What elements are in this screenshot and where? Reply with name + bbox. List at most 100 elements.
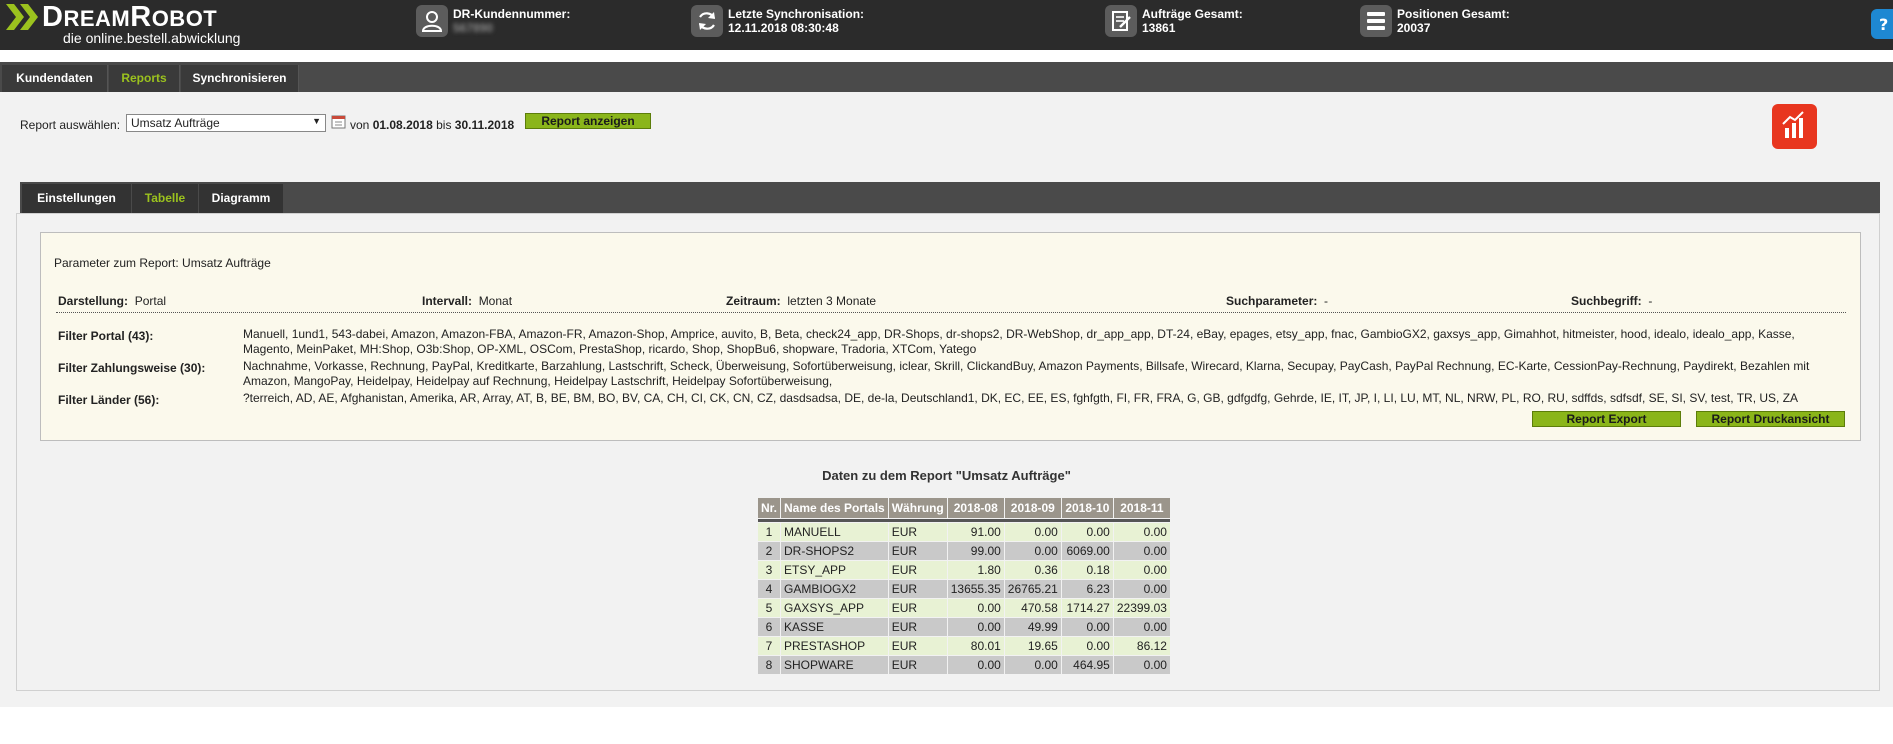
report-subtabs: Einstellungen Tabelle Diagramm [20,182,1880,213]
table-cell: 0.00 [947,618,1004,636]
table-cell: 5 [758,599,781,617]
table-cell: 26765.21 [1004,580,1061,598]
report-print-button[interactable]: Report Druckansicht [1696,411,1845,427]
filter-portal-value: Manuell, 1und1, 543-dabei, Amazon, Amazo… [243,327,1795,356]
table-cell: 0.36 [1004,561,1061,579]
table-cell: 1 [758,523,781,541]
table-cell: PRESTASHOP [781,637,888,655]
col-header[interactable]: 2018-11 [1113,498,1170,518]
table-cell: EUR [888,637,947,655]
nav-tab-reports[interactable]: Reports [109,65,180,92]
param-intervall: Intervall: Monat [422,294,513,308]
table-header-row: Nr. Name des Portals Währung 2018-08 201… [758,498,1170,518]
report-export-button[interactable]: Report Export [1532,411,1681,427]
table-cell: MANUELL [781,523,888,541]
table-cell: SHOPWARE [781,656,888,674]
table-cell: 0.00 [1113,618,1170,636]
orders-icon [1105,5,1137,37]
report-select-label: Report auswählen: [20,118,121,132]
subtab-tabelle[interactable]: Tabelle [132,184,198,213]
table-row: 6 KASSE EUR 0.00 49.99 0.00 0.00 [758,618,1170,636]
table-cell: 0.00 [1004,542,1061,560]
nav-tab-synchronisieren[interactable]: Synchronisieren [181,65,299,92]
top-header: DREAMROBOT die online.bestell.abwicklung… [0,0,1893,50]
table-cell: 19.65 [1004,637,1061,655]
date-range: von 01.08.2018 bis 30.11.2018 [350,118,515,132]
table-cell: 2 [758,542,781,560]
param-suchparameter: Suchparameter: - [1226,294,1329,308]
col-header[interactable]: Nr. [758,498,781,518]
bar-chart-icon [1782,111,1804,138]
col-header[interactable]: 2018-08 [947,498,1004,518]
table-cell: 6 [758,618,781,636]
help-button[interactable]: ? [1871,9,1893,39]
table-cell: 464.95 [1061,656,1113,674]
table-cell: EUR [888,523,947,541]
table-cell: GAXSYS_APP [781,599,888,617]
table-cell: 0.00 [1004,523,1061,541]
main-nav: Kundendaten Reports Synchronisieren [0,62,1893,92]
table-cell: 0.00 [1113,561,1170,579]
subtab-einstellungen[interactable]: Einstellungen [22,184,131,213]
table-cell: KASSE [781,618,888,636]
col-header[interactable]: Währung [888,498,947,518]
table-cell: 0.00 [947,599,1004,617]
filter-zahlungsweise-value: Nachnahme, Vorkasse, Rechnung, PayPal, K… [243,359,1810,388]
nav-tab-kundendaten[interactable]: Kundendaten [2,65,108,92]
divider [56,312,1846,313]
chart-report-button[interactable] [1772,104,1817,149]
col-header[interactable]: Name des Portals [781,498,888,518]
table-cell: EUR [888,656,947,674]
calendar-icon[interactable] [331,114,346,129]
table-cell: 91.00 [947,523,1004,541]
table-cell: 0.00 [1061,618,1113,636]
table-row: 7 PRESTASHOP EUR 80.01 19.65 0.00 86.12 [758,637,1170,655]
report-data-table: Nr. Name des Portals Währung 2018-08 201… [757,497,1171,675]
table-cell: 1714.27 [1061,599,1113,617]
table-row: 3 ETSY_APP EUR 1.80 0.36 0.18 0.00 [758,561,1170,579]
table-cell: 0.00 [1113,580,1170,598]
table-cell: 49.99 [1004,618,1061,636]
table-cell: ETSY_APP [781,561,888,579]
table-cell: DR-SHOPS2 [781,542,888,560]
user-icon [416,5,448,37]
table-cell: 3 [758,561,781,579]
report-select[interactable]: Umsatz Aufträge ▼ [126,114,326,132]
table-cell: 99.00 [947,542,1004,560]
table-cell: 0.18 [1061,561,1113,579]
table-title: Daten zu dem Report "Umsatz Aufträge" [822,468,1071,483]
help-icon: ? [1879,15,1888,34]
param-suchbegriff: Suchbegriff: - [1571,294,1653,308]
parameters-title: Parameter zum Report: Umsatz Aufträge [54,256,271,270]
filter-zahlungsweise-label: Filter Zahlungsweise (30): [58,361,206,375]
table-cell: 7 [758,637,781,655]
table-cell: EUR [888,618,947,636]
table-cell: 0.00 [1113,523,1170,541]
table-cell: EUR [888,580,947,598]
positions-icon [1360,5,1392,37]
report-parameters-box: Parameter zum Report: Umsatz Aufträge Da… [40,232,1861,441]
subtab-diagramm[interactable]: Diagramm [199,184,283,213]
logo-chevron-icon [6,4,38,30]
param-darstellung: Darstellung: Portal [58,294,167,308]
table-cell: 6.23 [1061,580,1113,598]
col-header[interactable]: 2018-10 [1061,498,1113,518]
filter-portal-label: Filter Portal (43): [58,329,154,343]
table-cell: 0.00 [1113,656,1170,674]
show-report-button[interactable]: Report anzeigen [525,113,651,129]
table-row: 2 DR-SHOPS2 EUR 99.00 0.00 6069.00 0.00 [758,542,1170,560]
filter-laender-value: ?terreich, AD, AE, Afghanistan, Amerika,… [243,391,1799,405]
table-cell: 0.00 [947,656,1004,674]
filter-laender-label: Filter Länder (56): [58,393,160,407]
col-header[interactable]: 2018-09 [1004,498,1061,518]
table-cell: 0.00 [1113,542,1170,560]
table-cell: 0.00 [1004,656,1061,674]
sync-icon[interactable] [691,5,723,37]
table-cell: EUR [888,542,947,560]
table-cell: EUR [888,599,947,617]
table-cell: 6069.00 [1061,542,1113,560]
table-row: 1 MANUELL EUR 91.00 0.00 0.00 0.00 [758,523,1170,541]
table-cell: 0.00 [1061,637,1113,655]
table-cell: 22399.03 [1113,599,1170,617]
table-row: 8 SHOPWARE EUR 0.00 0.00 464.95 0.00 [758,656,1170,674]
